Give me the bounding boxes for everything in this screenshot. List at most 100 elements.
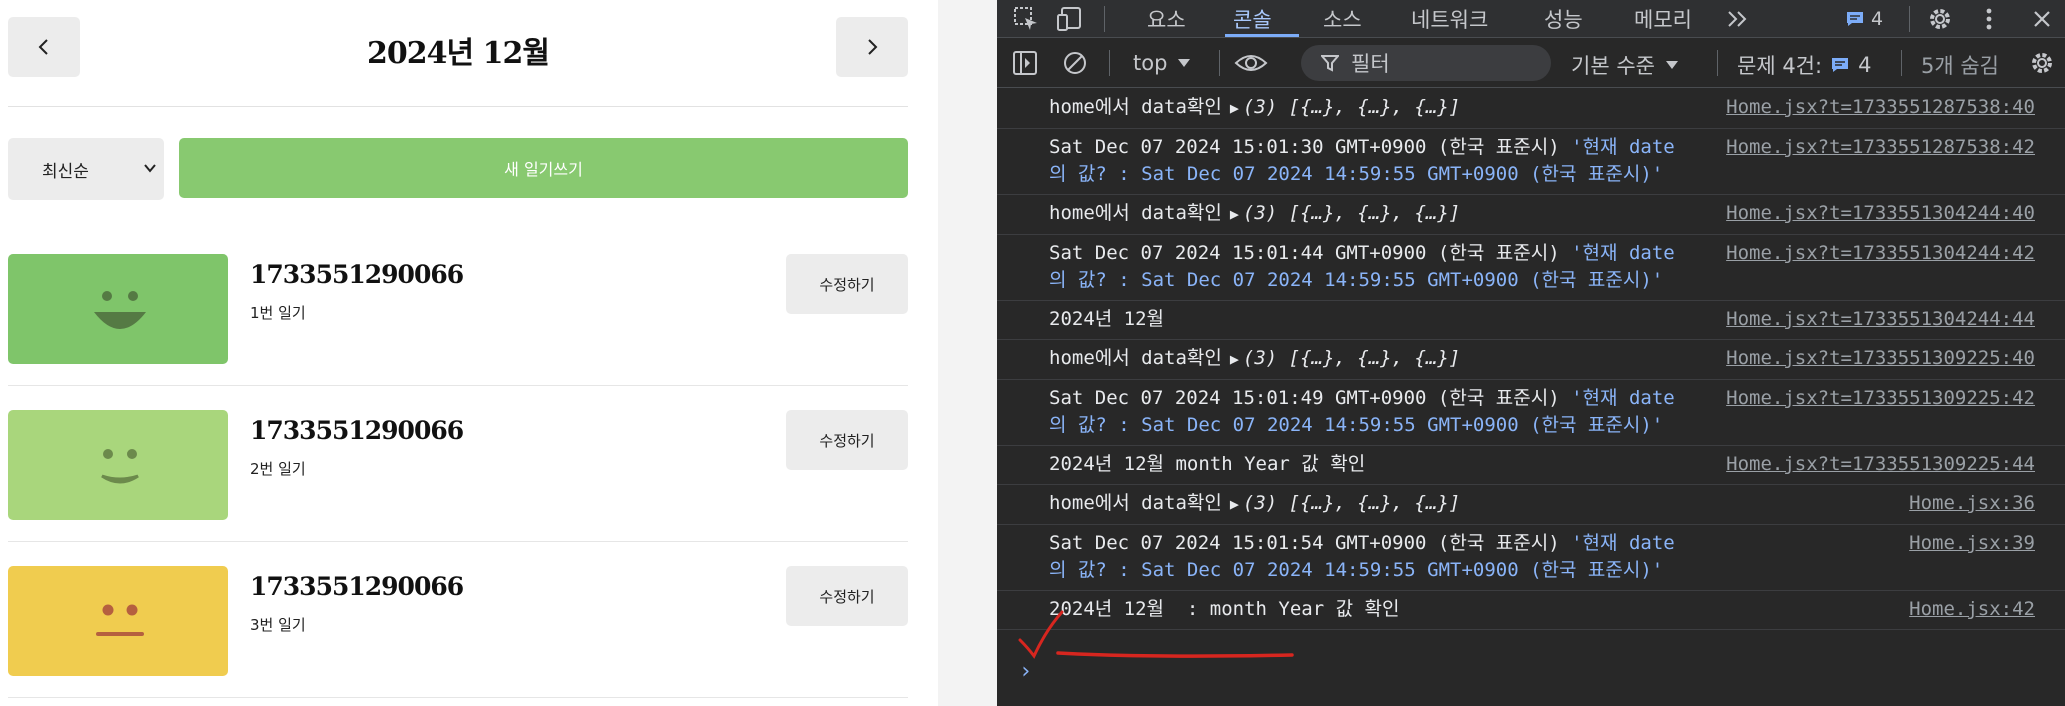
emotion-thumbnail[interactable] bbox=[8, 566, 228, 676]
console-log-row: 2024년 12월 : month Year 값 확인 Home.jsx:42 bbox=[997, 591, 2065, 630]
devtools-tabbar: 요소 콘솔 소스 네트워크 성능 메모리 4 bbox=[997, 0, 2065, 38]
tab-console[interactable]: 콘솔 bbox=[1233, 0, 1272, 38]
log-text: Sat Dec 07 2024 15:01:30 GMT+0900 (한국 표준… bbox=[1049, 136, 1560, 158]
tab-performance[interactable]: 성능 bbox=[1544, 0, 1583, 38]
message-icon bbox=[1832, 58, 1849, 72]
log-text: 2024년 12월 month Year 값 확인 bbox=[1049, 453, 1366, 475]
log-message: 2024년 12월 bbox=[1049, 306, 1164, 333]
settings-gear-icon[interactable] bbox=[1925, 4, 1955, 34]
next-month-button[interactable] bbox=[836, 17, 908, 77]
expand-triangle-icon[interactable]: ▶ bbox=[1230, 495, 1239, 513]
issues-counter[interactable]: 문제 4건: 4 bbox=[1737, 50, 1871, 80]
log-message: 2024년 12월 : month Year 값 확인 bbox=[1049, 596, 1400, 623]
log-message: home에서 data확인 ▶ (3) [{…}, {…}, {…}] bbox=[1049, 345, 1460, 373]
new-diary-button[interactable]: 새 일기쓰기 bbox=[179, 138, 908, 198]
emotion-thumbnail[interactable] bbox=[8, 410, 228, 520]
dropdown-triangle-icon bbox=[1665, 61, 1678, 69]
log-source-link[interactable]: Home.jsx?t=1733551287538:40 bbox=[1726, 94, 2035, 121]
log-message: Sat Dec 07 2024 15:01:54 GMT+0900 (한국 표준… bbox=[1049, 530, 1689, 584]
diary-date: 1733551290066 bbox=[250, 260, 464, 289]
log-level-select[interactable]: 기본 수준 bbox=[1571, 50, 1679, 80]
message-icon bbox=[1847, 12, 1863, 26]
emotion-face-icon bbox=[94, 291, 146, 329]
log-text: Sat Dec 07 2024 15:01:49 GMT+0900 (한국 표준… bbox=[1049, 387, 1560, 409]
emotion-thumbnail[interactable] bbox=[8, 254, 228, 364]
console-prompt[interactable]: › bbox=[1019, 659, 1032, 684]
log-message: home에서 data확인 ▶ (3) [{…}, {…}, {…}] bbox=[1049, 200, 1460, 228]
log-object[interactable]: (3) [{…}, {…}, {…}] bbox=[1243, 347, 1460, 369]
tab-sources[interactable]: 소스 bbox=[1323, 0, 1362, 38]
console-settings-gear-icon[interactable] bbox=[2027, 50, 2057, 76]
diary-content: 3번 일기 bbox=[250, 616, 306, 634]
edit-button[interactable]: 수정하기 bbox=[786, 254, 908, 314]
expand-triangle-icon[interactable]: ▶ bbox=[1230, 205, 1239, 223]
diary-item[interactable]: 1733551290066 3번 일기 수정하기 bbox=[8, 542, 908, 698]
log-text: Sat Dec 07 2024 15:01:54 GMT+0900 (한국 표준… bbox=[1049, 532, 1560, 554]
log-text: home에서 data확인 bbox=[1049, 347, 1222, 369]
log-source-link[interactable]: Home.jsx?t=1733551304244:44 bbox=[1726, 306, 2035, 333]
close-icon[interactable] bbox=[2027, 4, 2057, 34]
log-text: 2024년 12월 bbox=[1049, 308, 1165, 330]
log-level-value: 기본 수준 bbox=[1571, 54, 1655, 78]
context-select[interactable]: top bbox=[1133, 50, 1191, 76]
devtools-panel: 요소 콘솔 소스 네트워크 성능 메모리 4 top 필터 기본 수준 문제 4… bbox=[997, 0, 2065, 706]
log-source-link[interactable]: Home.jsx?t=1733551309225:42 bbox=[1726, 385, 2035, 412]
log-source-link[interactable]: Home.jsx:39 bbox=[1909, 530, 2035, 557]
more-options-icon[interactable] bbox=[1979, 4, 1999, 34]
issues-badge-count: 4 bbox=[1871, 8, 1884, 30]
issues-badge[interactable]: 4 bbox=[1845, 0, 1883, 38]
hidden-messages-count: 5개 숨김 bbox=[1921, 54, 1999, 78]
clear-console-icon[interactable] bbox=[1061, 50, 1089, 76]
log-source-link[interactable]: Home.jsx:42 bbox=[1909, 596, 2035, 623]
filter-input[interactable]: 필터 bbox=[1301, 45, 1551, 81]
console-log-row: Sat Dec 07 2024 15:01:44 GMT+0900 (한국 표준… bbox=[997, 235, 2065, 301]
console-log-row: Sat Dec 07 2024 15:01:54 GMT+0900 (한국 표준… bbox=[997, 525, 2065, 591]
log-source-link[interactable]: Home.jsx:36 bbox=[1909, 490, 2035, 517]
expand-triangle-icon[interactable]: ▶ bbox=[1230, 350, 1239, 368]
console-log-row: 2024년 12월 month Year 값 확인 Home.jsx?t=1733… bbox=[997, 446, 2065, 485]
console-log-list: home에서 data확인 ▶ (3) [{…}, {…}, {…}] Home.js… bbox=[997, 89, 2065, 630]
issues-label: 문제 4건: bbox=[1737, 54, 1823, 78]
sidebar-toggle-icon[interactable] bbox=[1011, 50, 1039, 76]
list-controls: 최신순 새 일기쓰기 bbox=[8, 138, 908, 200]
emotion-face-icon bbox=[101, 449, 139, 484]
log-object[interactable]: (3) [{…}, {…}, {…}] bbox=[1243, 202, 1460, 224]
tab-network[interactable]: 네트워크 bbox=[1411, 0, 1488, 38]
chevron-right-icon bbox=[868, 39, 878, 55]
log-text: Sat Dec 07 2024 15:01:44 GMT+0900 (한국 표준… bbox=[1049, 242, 1560, 264]
console-log-row: Sat Dec 07 2024 15:01:30 GMT+0900 (한국 표준… bbox=[997, 129, 2065, 195]
tab-memory[interactable]: 메모리 bbox=[1634, 0, 1692, 38]
filter-placeholder: 필터 bbox=[1351, 52, 1390, 76]
log-source-link[interactable]: Home.jsx?t=1733551287538:42 bbox=[1726, 134, 2035, 161]
expand-triangle-icon[interactable]: ▶ bbox=[1230, 99, 1239, 117]
diary-content: 1번 일기 bbox=[250, 304, 306, 322]
pane-divider[interactable] bbox=[938, 0, 997, 706]
sort-select[interactable]: 최신순 bbox=[8, 138, 164, 200]
log-source-link[interactable]: Home.jsx?t=1733551309225:40 bbox=[1726, 345, 2035, 372]
diary-item[interactable]: 1733551290066 2번 일기 수정하기 bbox=[8, 386, 908, 542]
edit-button[interactable]: 수정하기 bbox=[786, 410, 908, 470]
inspect-element-icon[interactable] bbox=[1011, 4, 1041, 34]
log-text: home에서 data확인 bbox=[1049, 96, 1222, 118]
log-object[interactable]: (3) [{…}, {…}, {…}] bbox=[1243, 492, 1460, 514]
context-select-value: top bbox=[1133, 51, 1168, 75]
log-message: home에서 data확인 ▶ (3) [{…}, {…}, {…}] bbox=[1049, 94, 1460, 122]
device-toolbar-icon[interactable] bbox=[1055, 4, 1085, 34]
console-toolbar: top 필터 기본 수준 문제 4건: 4 5개 숨김 bbox=[997, 38, 2065, 88]
log-source-link[interactable]: Home.jsx?t=1733551304244:42 bbox=[1726, 240, 2035, 267]
live-expression-eye-icon[interactable] bbox=[1233, 50, 1269, 76]
edit-button[interactable]: 수정하기 bbox=[786, 566, 908, 626]
log-source-link[interactable]: Home.jsx?t=1733551309225:44 bbox=[1726, 451, 2035, 478]
diary-item[interactable]: 1733551290066 1번 일기 수정하기 bbox=[8, 230, 908, 386]
diary-date: 1733551290066 bbox=[250, 572, 464, 601]
console-log-row: home에서 data확인 ▶ (3) [{…}, {…}, {…}] Home.js… bbox=[997, 485, 2065, 525]
tab-elements[interactable]: 요소 bbox=[1147, 0, 1186, 38]
page-title: 2024년 12월 bbox=[367, 36, 550, 71]
more-tabs-icon[interactable] bbox=[1725, 8, 1751, 30]
log-text: 2024년 12월 : month Year 값 확인 bbox=[1049, 598, 1400, 620]
log-source-link[interactable]: Home.jsx?t=1733551304244:40 bbox=[1726, 200, 2035, 227]
diary-app: 2024년 12월 최신순 새 일기쓰기 1733551290066 1번 일기 수… bbox=[0, 0, 938, 706]
console-log-row: 2024년 12월 Home.jsx?t=1733551304244:44 bbox=[997, 301, 2065, 340]
sort-select-value: 최신순 bbox=[42, 161, 89, 182]
log-object[interactable]: (3) [{…}, {…}, {…}] bbox=[1243, 96, 1460, 118]
